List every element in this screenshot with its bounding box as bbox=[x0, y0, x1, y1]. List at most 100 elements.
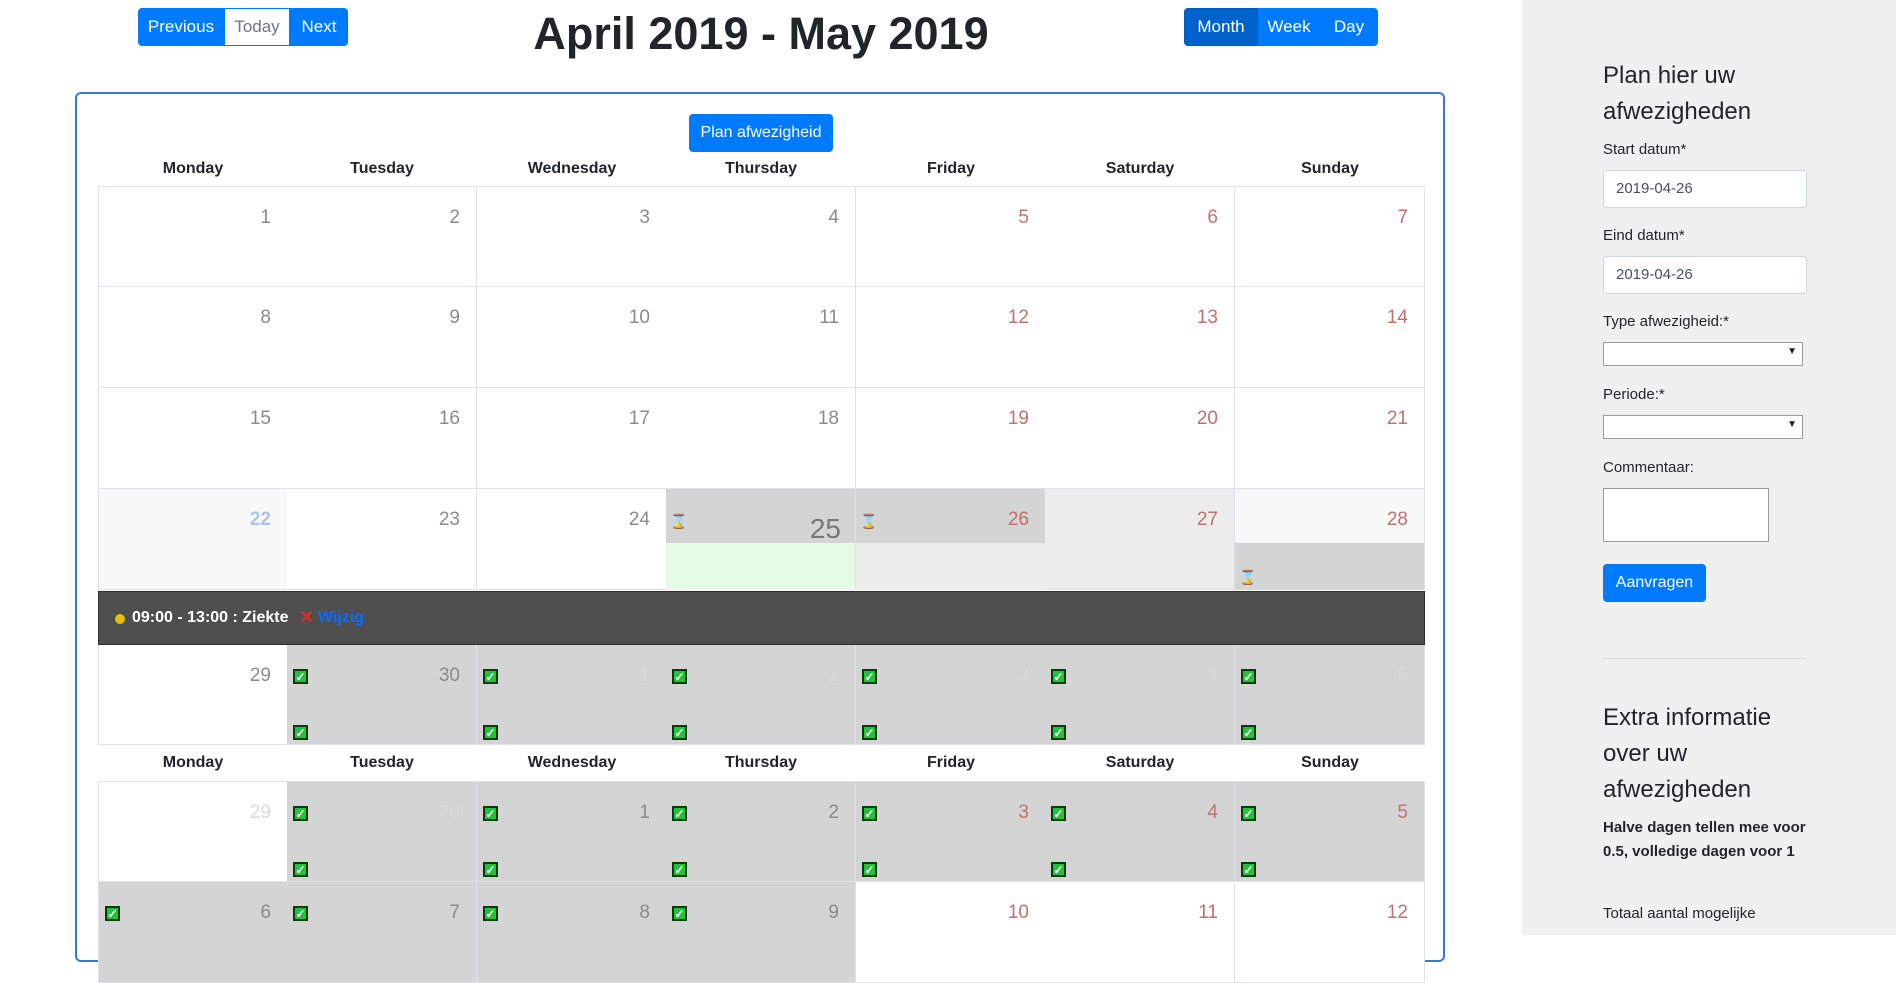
view-button-group: Month Week Day bbox=[1184, 8, 1378, 46]
day-number: 1 bbox=[260, 207, 271, 228]
day-cell[interactable]: 16 bbox=[287, 388, 477, 489]
day-cell[interactable]: 26 ⌛ bbox=[856, 489, 1046, 590]
day-cell[interactable]: 1 bbox=[98, 186, 288, 287]
day-cell[interactable]: 19 bbox=[856, 388, 1046, 489]
day-cell[interactable]: 12 bbox=[1235, 882, 1425, 983]
day-cell[interactable]: 9 bbox=[287, 287, 477, 388]
day-cell[interactable]: 6 ✓ bbox=[98, 882, 288, 983]
day-number: 12 bbox=[1386, 902, 1408, 923]
day-number: 5 bbox=[1018, 207, 1029, 228]
day-cell[interactable]: 27 bbox=[1045, 489, 1235, 590]
day-cell[interactable]: 8 bbox=[98, 287, 288, 388]
day-number: 11 bbox=[819, 307, 839, 328]
approved-check-icon: ✓ bbox=[672, 669, 687, 684]
day-number: 21 bbox=[1386, 408, 1408, 429]
approved-check-icon: ✓ bbox=[862, 725, 877, 740]
day-number: 4 bbox=[828, 207, 839, 228]
day-number: 1 bbox=[639, 802, 650, 823]
status-dot-icon bbox=[115, 614, 125, 624]
day-cell[interactable]: 11 bbox=[1045, 882, 1235, 983]
weekday-header: Monday bbox=[162, 754, 224, 771]
day-cell[interactable]: 2 ✓ ✓ bbox=[666, 645, 856, 745]
day-cell[interactable]: 23 bbox=[287, 489, 477, 590]
submit-request-button[interactable]: Aanvragen bbox=[1603, 564, 1706, 602]
edit-event-link[interactable]: Wijzig bbox=[318, 609, 364, 627]
day-cell[interactable]: 17 bbox=[477, 388, 667, 489]
approved-check-icon: ✓ bbox=[1051, 862, 1066, 877]
chevron-down-icon: ▼ bbox=[1787, 419, 1797, 430]
day-number: 15 bbox=[249, 408, 271, 429]
day-number: 17 bbox=[628, 408, 650, 429]
day-cell[interactable]: 1 ✓ ✓ bbox=[477, 645, 667, 745]
day-cell[interactable]: 25 ⌛ bbox=[666, 489, 856, 590]
day-cell[interactable]: 9 ✓ bbox=[666, 882, 856, 983]
approved-check-icon: ✓ bbox=[672, 906, 687, 921]
day-number: 28 bbox=[1386, 509, 1408, 530]
end-date-input[interactable]: 2019-04-26 bbox=[1603, 256, 1807, 294]
day-cell[interactable]: 8 ✓ bbox=[477, 882, 667, 983]
day-number: 12 bbox=[1007, 307, 1029, 328]
day-cell[interactable]: 29 bbox=[98, 781, 288, 882]
weekday-header: Friday bbox=[926, 754, 975, 771]
day-cell[interactable]: 5 ✓ ✓ bbox=[1235, 645, 1425, 745]
approved-check-icon: ✓ bbox=[1241, 669, 1256, 684]
day-cell[interactable]: 29 bbox=[98, 645, 288, 745]
day-cell[interactable]: 30 ✓ ✓ bbox=[287, 645, 477, 745]
month-view-button[interactable]: Month bbox=[1184, 8, 1258, 46]
day-cell[interactable]: 1 ✓ ✓ bbox=[477, 781, 667, 882]
weekday-header: Saturday bbox=[1105, 754, 1175, 771]
day-cell[interactable]: 4 bbox=[666, 186, 856, 287]
day-cell[interactable]: 12 bbox=[856, 287, 1046, 388]
end-date-label: Eind datum* bbox=[1603, 227, 1685, 244]
day-cell[interactable]: 4 ✓ ✓ bbox=[1045, 645, 1235, 745]
weekday-header: Wednesday bbox=[527, 754, 617, 771]
plan-absence-button[interactable]: Plan afwezigheid bbox=[689, 114, 833, 152]
day-cell[interactable]: 6 bbox=[1045, 186, 1235, 287]
absence-type-select[interactable]: ▼ bbox=[1603, 342, 1803, 366]
day-number: 23 bbox=[438, 509, 460, 530]
day-cell[interactable]: 5 bbox=[856, 186, 1046, 287]
day-cell[interactable]: 22 bbox=[98, 489, 288, 590]
day-number: 30 bbox=[438, 802, 460, 823]
day-cell[interactable]: 18 bbox=[666, 388, 856, 489]
day-cell[interactable]: 5 ✓ ✓ bbox=[1235, 781, 1425, 882]
delete-icon[interactable]: ✕ bbox=[299, 608, 315, 626]
day-number: 24 bbox=[628, 509, 650, 530]
day-cell[interactable]: 13 bbox=[1045, 287, 1235, 388]
day-number: 1 bbox=[639, 665, 650, 686]
day-number: 10 bbox=[1007, 902, 1029, 923]
day-cell[interactable]: 7 ✓ bbox=[287, 882, 477, 983]
day-cell[interactable]: 2 ✓ ✓ bbox=[666, 781, 856, 882]
day-cell[interactable]: 24 bbox=[477, 489, 667, 590]
day-cell[interactable]: 4 ✓ ✓ bbox=[1045, 781, 1235, 882]
comment-textarea[interactable] bbox=[1603, 488, 1769, 542]
day-cell[interactable]: 20 bbox=[1045, 388, 1235, 489]
start-date-input[interactable]: 2019-04-26 bbox=[1603, 170, 1807, 208]
day-cell[interactable]: 7 bbox=[1235, 186, 1425, 287]
day-cell[interactable]: 11 bbox=[666, 287, 856, 388]
day-cell[interactable]: 14 bbox=[1235, 287, 1425, 388]
weekday-header: Tuesday bbox=[350, 754, 414, 771]
period-select[interactable]: ▼ bbox=[1603, 415, 1803, 439]
day-number: 27 bbox=[1196, 509, 1218, 530]
day-cell[interactable]: 2 bbox=[287, 186, 477, 287]
day-number: 11 bbox=[1198, 902, 1218, 923]
day-cell[interactable]: 15 bbox=[98, 388, 288, 489]
day-number: 9 bbox=[828, 902, 839, 923]
approved-check-icon: ✓ bbox=[483, 806, 498, 821]
day-cell[interactable]: 10 bbox=[856, 882, 1046, 983]
day-cell[interactable]: 3 ✓ ✓ bbox=[856, 781, 1046, 882]
day-cell[interactable]: 10 bbox=[477, 287, 667, 388]
day-cell[interactable]: 21 bbox=[1235, 388, 1425, 489]
day-cell[interactable]: 3 bbox=[477, 186, 667, 287]
day-number: 7 bbox=[449, 902, 460, 923]
day-cell[interactable]: 3 ✓ ✓ bbox=[856, 645, 1046, 745]
day-number: 25 bbox=[809, 513, 841, 544]
day-number: 4 bbox=[1207, 665, 1218, 686]
day-view-button[interactable]: Day bbox=[1320, 8, 1378, 46]
approved-check-icon: ✓ bbox=[105, 906, 120, 921]
day-number: 6 bbox=[1207, 207, 1218, 228]
day-cell[interactable]: 30 ✓ ✓ bbox=[287, 781, 477, 882]
day-cell[interactable]: 28 ⌛ bbox=[1235, 489, 1425, 590]
week-view-button[interactable]: Week bbox=[1258, 8, 1320, 46]
